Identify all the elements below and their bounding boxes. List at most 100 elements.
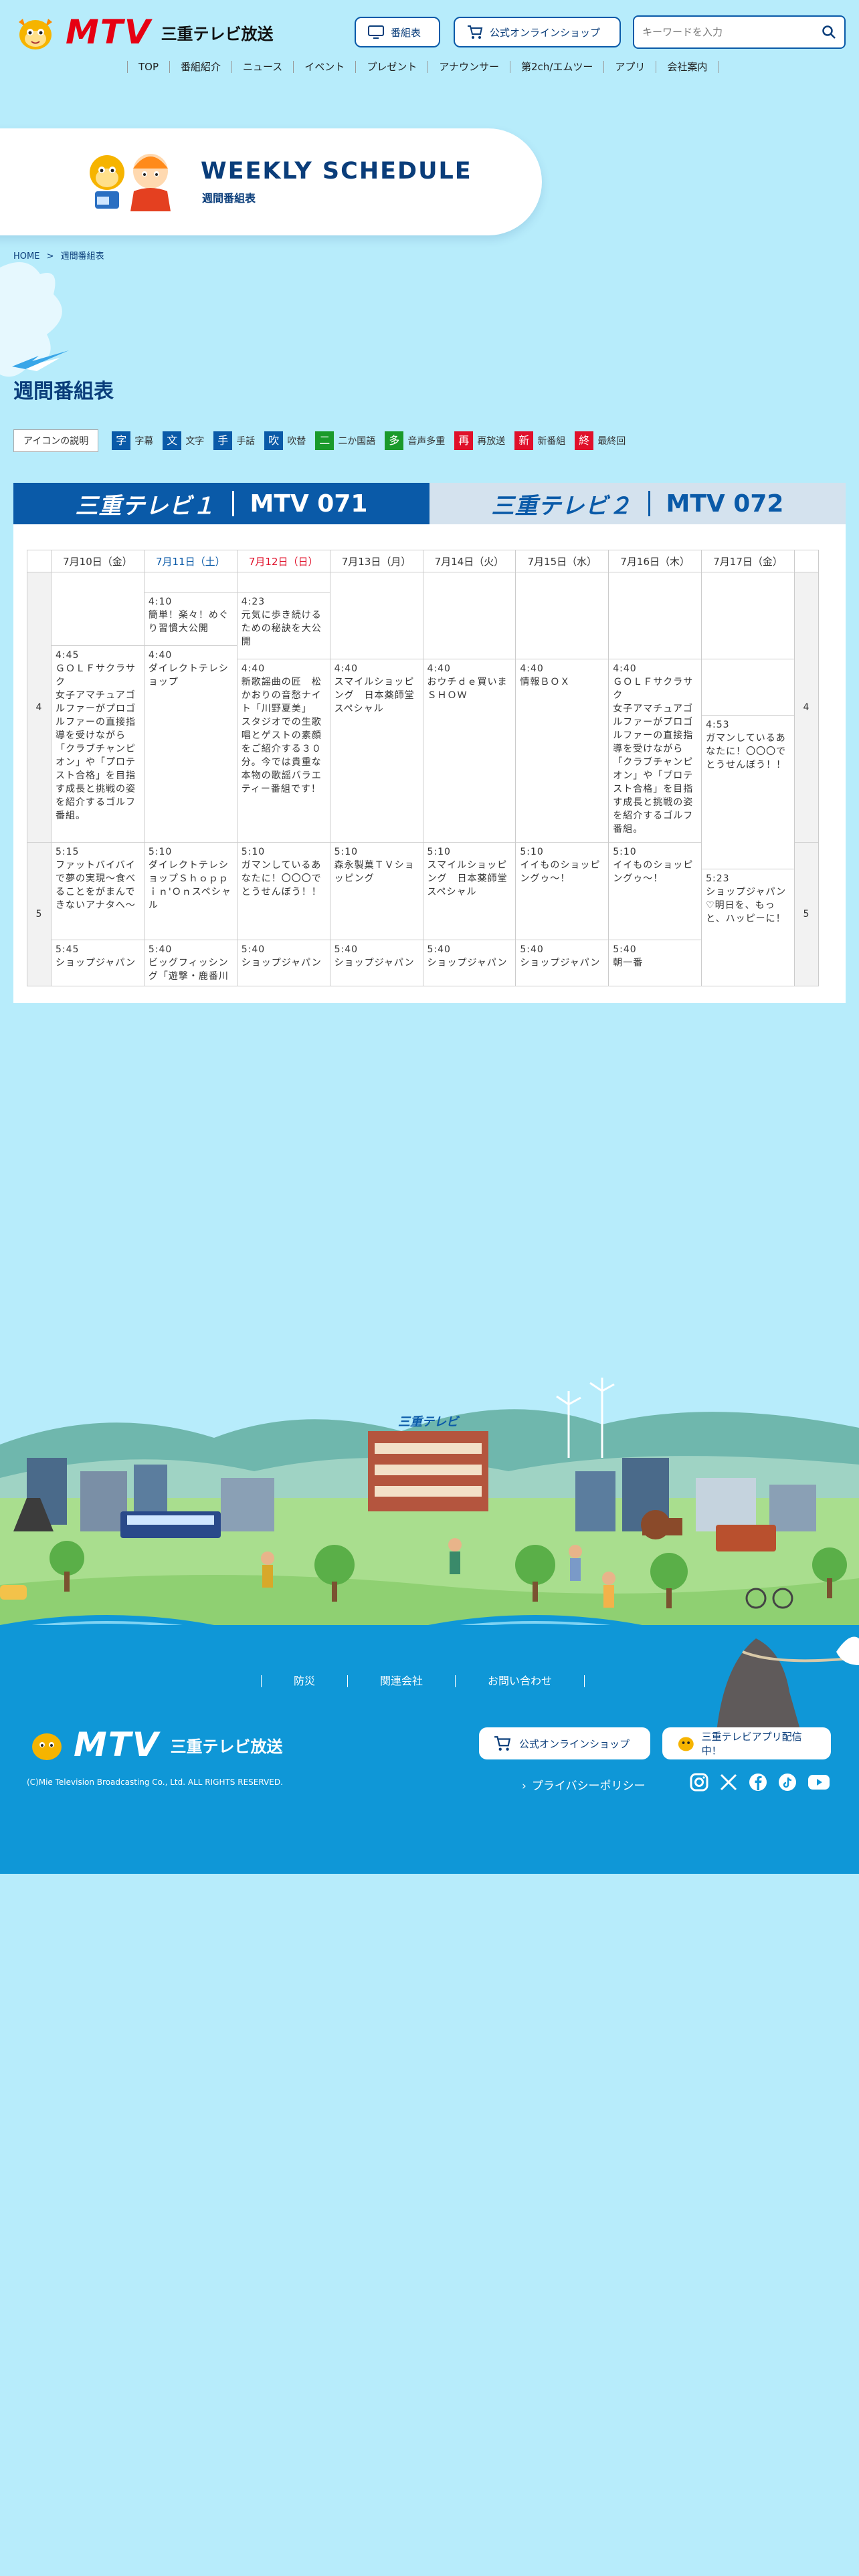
footer-logo[interactable]: MTV 三重テレビ放送 bbox=[27, 1725, 283, 1764]
footer-link-disaster[interactable]: 防災 bbox=[261, 1675, 347, 1687]
meoto-iwa-rock-illustration bbox=[716, 1636, 859, 1739]
nav-announcers[interactable]: アナウンサー bbox=[427, 61, 510, 73]
program-cell[interactable]: 4:23 元気に歩き続けるための秘訣を大公開 bbox=[236, 592, 330, 659]
breadcrumb-separator: > bbox=[46, 251, 54, 261]
legend-item: 新新番組 bbox=[514, 431, 565, 450]
program-time: 5:40 bbox=[427, 944, 451, 955]
schedule-button-label: 番組表 bbox=[391, 26, 421, 39]
tab-channel-1-number: MTV 071 bbox=[250, 490, 368, 518]
breadcrumb-current: 週間番組表 bbox=[60, 251, 104, 261]
program-time: 5:40 bbox=[520, 944, 544, 955]
program-cell[interactable]: 5:40 ビッグフィッシング「遊撃・鹿番川 bbox=[143, 940, 237, 986]
footer-link-affiliates[interactable]: 関連会社 bbox=[347, 1675, 455, 1687]
breadcrumb-home[interactable]: HOME bbox=[13, 251, 39, 261]
nav-company[interactable]: 会社案内 bbox=[656, 61, 719, 73]
program-title: ＧＯＬＦサクラサク bbox=[613, 677, 694, 701]
program-title: ガマンしているあなたに！〇〇〇でとうせんぼう！！ bbox=[706, 733, 787, 770]
program-cell[interactable]: 4:40 情報ＢＯＸ bbox=[515, 659, 609, 843]
x-twitter-icon[interactable] bbox=[719, 1772, 739, 1792]
program-title: ビッグフィッシング「遊撃・鹿番川 bbox=[148, 958, 229, 982]
dubbed-badge-icon: 吹 bbox=[264, 431, 284, 450]
sign-language-badge-icon: 手 bbox=[213, 431, 233, 450]
program-cell[interactable]: 5:15 ファットバイバイで夢の実現～食べることをがまんできないアナタへ～ bbox=[51, 842, 145, 940]
legend-item: 字字幕 bbox=[112, 431, 153, 450]
nav-top[interactable]: TOP bbox=[127, 61, 169, 73]
program-time: 4:40 bbox=[148, 650, 173, 661]
program-title: ダイレクトテレショップＳｈｏｐｐｉｎ'Ｏｎスペシャル bbox=[148, 860, 231, 911]
program-time: 5:40 bbox=[613, 944, 637, 955]
program-title: ショップジャパン bbox=[56, 958, 136, 968]
footer-app-button[interactable]: 三重テレビアプリ配信中！ bbox=[662, 1727, 831, 1759]
program-cell[interactable]: 4:40 スマイルショッピング 日本薬師堂スペシャル bbox=[329, 659, 423, 843]
program-title: ＧＯＬＦサクラサク bbox=[56, 663, 136, 687]
nav-app[interactable]: アプリ bbox=[603, 61, 656, 73]
program-title: 情報ＢＯＸ bbox=[520, 677, 571, 687]
program-cell[interactable]: 4:40 ダイレクトテレショップ bbox=[143, 645, 237, 843]
legend-label: 二か国語 bbox=[338, 436, 376, 447]
program-title: 新歌謡曲の匠 松かおりの音愁ナイト「川野夏美」 bbox=[241, 677, 322, 714]
program-cell[interactable]: 5:10 ダイレクトテレショップＳｈｏｐｐｉｎ'Ｏｎスペシャル bbox=[143, 842, 237, 940]
tab-channel-1-label: 三重テレビ１ bbox=[75, 492, 216, 520]
program-time: 5:10 bbox=[148, 847, 173, 857]
empty-slot bbox=[515, 572, 609, 659]
nav-2ch[interactable]: 第2ch/エムツー bbox=[510, 61, 603, 73]
program-title: スマイルショッピング 日本薬師堂スペシャル bbox=[334, 677, 415, 714]
program-title: おウチｄｅ買いまＳＨＯＷ bbox=[427, 677, 508, 701]
program-cell[interactable]: 5:23 ショップジャパン♡明日を、もっと、ハッピーに！ bbox=[701, 869, 795, 986]
schedule-button[interactable]: 番組表 bbox=[355, 17, 440, 47]
program-cell[interactable]: 5:10 イイものショッピングゥ～！ bbox=[608, 842, 702, 940]
program-cell[interactable]: 5:40 ショップジャパン bbox=[236, 940, 330, 986]
breadcrumb: HOME > 週間番組表 bbox=[13, 249, 104, 261]
program-cell[interactable]: 5:40 ショップジャパン bbox=[422, 940, 516, 986]
program-cell[interactable]: 4:40 ＧＯＬＦサクラサク 女子アマチュアゴルファーがプロゴルファーの直接指導を受… bbox=[608, 659, 702, 843]
program-time: 4:10 bbox=[148, 597, 173, 607]
program-cell[interactable]: 5:10 森永製菓ＴＶショッピング bbox=[329, 842, 423, 940]
tab-channel-2[interactable]: 三重テレビ２ MTV 072 bbox=[430, 483, 846, 524]
program-cell[interactable]: 5:40 ショップジャパン bbox=[329, 940, 423, 986]
multiplex-badge-icon: 多 bbox=[385, 431, 404, 450]
online-shop-button[interactable]: 公式オンラインショップ bbox=[454, 17, 621, 47]
tab-divider bbox=[648, 491, 650, 516]
page-title: 週間番組表 bbox=[13, 380, 114, 403]
nav-programs[interactable]: 番組紹介 bbox=[169, 61, 231, 73]
program-cell[interactable]: 5:10 イイものショッピングゥ～！ bbox=[515, 842, 609, 940]
program-cell[interactable]: 4:40 おウチｄｅ買いまＳＨＯＷ bbox=[422, 659, 516, 843]
cart-icon bbox=[494, 1736, 511, 1751]
program-cell[interactable]: 5:10 スマイルショッピング 日本薬師堂スペシャル bbox=[422, 842, 516, 940]
instagram-icon[interactable] bbox=[689, 1772, 709, 1792]
hero-title: WEEKLY SCHEDULE bbox=[201, 158, 472, 185]
legend-button[interactable]: アイコンの説明 bbox=[13, 429, 99, 452]
tab-channel-1[interactable]: 三重テレビ１ MTV 071 bbox=[13, 483, 430, 524]
legend-label: 新番組 bbox=[537, 436, 566, 447]
program-description: 女子アマチュアゴルファーがプロゴルファーの直接指導を受けながら「クラブチャンピオ… bbox=[56, 690, 136, 821]
program-cell[interactable]: 5:45 ショップジャパン bbox=[51, 940, 145, 986]
program-cell[interactable]: 5:10 ガマンしているあなたに！〇〇〇でとうせんぼう！！ bbox=[236, 842, 330, 940]
privacy-policy-link[interactable]: › プライバシーポリシー bbox=[522, 1776, 645, 1793]
program-cell[interactable]: 4:45 ＧＯＬＦサクラサク 女子アマチュアゴルファーがプロゴルファーの直接指導を受… bbox=[51, 645, 145, 843]
site-logo[interactable]: MTV 三重テレビ放送 bbox=[12, 12, 274, 52]
footer-link-contact[interactable]: お問い合わせ bbox=[455, 1675, 585, 1687]
program-cell[interactable]: 4:10 簡単！楽々！めぐり習慣大公開 bbox=[143, 592, 237, 646]
facebook-icon[interactable] bbox=[748, 1772, 768, 1792]
nav-events[interactable]: イベント bbox=[293, 61, 355, 73]
legend-item: 多音声多重 bbox=[385, 431, 445, 450]
program-time: 4:40 bbox=[520, 663, 544, 674]
program-time: 4:40 bbox=[613, 663, 637, 674]
footer-app-label: 三重テレビアプリ配信中！ bbox=[701, 1731, 802, 1757]
nav-news[interactable]: ニュース bbox=[231, 61, 293, 73]
program-cell[interactable]: 4:53 ガマンしているあなたに！〇〇〇でとうせんぼう！！ bbox=[701, 715, 795, 869]
program-cell[interactable]: 5:40 朝一番 bbox=[608, 940, 702, 986]
footer-shop-button[interactable]: 公式オンラインショップ bbox=[479, 1727, 650, 1759]
youtube-icon[interactable] bbox=[807, 1772, 831, 1792]
program-cell[interactable]: 4:40 新歌謡曲の匠 松かおりの音愁ナイト「川野夏美」 スタジオでの生歌唱とゲスト… bbox=[236, 659, 330, 843]
search-icon[interactable] bbox=[822, 25, 836, 39]
nav-presents[interactable]: プレゼント bbox=[355, 61, 427, 73]
cart-icon bbox=[468, 25, 483, 39]
empty-slot bbox=[329, 572, 423, 659]
program-cell[interactable]: 5:40 ショップジャパン bbox=[515, 940, 609, 986]
program-time: 4:40 bbox=[334, 663, 359, 674]
search-input[interactable] bbox=[634, 25, 822, 39]
tv-icon bbox=[368, 25, 384, 39]
tiktok-icon[interactable] bbox=[777, 1772, 797, 1792]
brand-mtv-logo: MTV bbox=[66, 13, 152, 51]
